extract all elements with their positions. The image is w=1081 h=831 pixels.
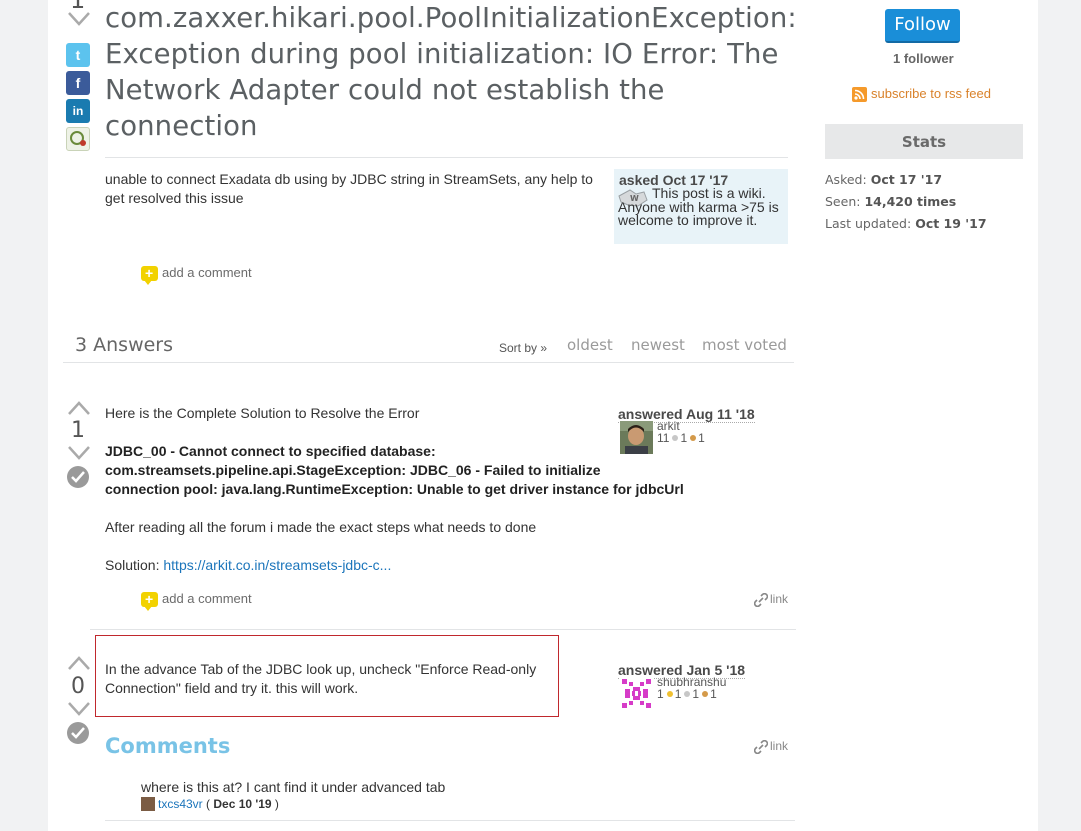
comment-user-avatar[interactable] — [141, 797, 155, 811]
answer1-accept-icon[interactable] — [67, 466, 89, 488]
sort-tab-oldest[interactable]: oldest — [567, 336, 613, 354]
answer2-vote-up-icon[interactable] — [67, 655, 91, 671]
comment-date[interactable]: Dec 10 '19 — [213, 797, 271, 811]
twitter-share-icon[interactable]: t — [66, 43, 90, 67]
answer1-solution-link[interactable]: https://arkit.co.in/streamsets-jdbc-c... — [163, 557, 391, 573]
answer2-vote-count: 0 — [70, 674, 86, 699]
answer1-vote-up-icon[interactable] — [67, 400, 91, 416]
silver-badge-icon — [684, 691, 690, 697]
answer1-solution: Solution: https://arkit.co.in/streamsets… — [105, 556, 391, 575]
comments-title: Comments — [105, 734, 230, 758]
gold-badge-icon — [667, 691, 673, 697]
add-comment-icon: + — [141, 266, 158, 281]
answer2-accept-icon[interactable] — [67, 722, 89, 744]
sort-by-label: Sort by » — [499, 341, 547, 355]
link-icon — [754, 593, 768, 607]
follower-count: 1 follower — [893, 51, 954, 66]
comment-text: where is this at? I cant find it under a… — [141, 779, 445, 795]
comment-user[interactable]: txcs43vr — [158, 797, 203, 811]
link-icon — [754, 740, 768, 754]
linkedin-share-icon[interactable]: in — [66, 99, 90, 123]
question-body: unable to connect Exadata db using by JD… — [105, 170, 600, 208]
stat-asked: Asked: Oct 17 '17 — [825, 172, 942, 187]
divider — [63, 362, 794, 363]
answer1-error-text: JDBC_00 - Cannot connect to specified da… — [105, 442, 684, 499]
bronze-badge-icon — [690, 435, 696, 441]
answer2-user-karma: 1111 — [657, 687, 717, 701]
answer1-user-karma: 1111 — [657, 431, 705, 445]
answer1-after-text: After reading all the forum i made the e… — [105, 518, 536, 537]
avatar[interactable] — [620, 677, 653, 710]
answers-count: 3 Answers — [75, 334, 173, 356]
comment-meta: txcs43vr ( Dec 10 '19 ) — [141, 797, 279, 811]
rss-icon — [852, 87, 867, 102]
question-vote-down-icon[interactable] — [67, 11, 91, 27]
answer2-text: In the advance Tab of the JDBC look up, … — [105, 660, 550, 698]
identica-share-icon[interactable] — [66, 127, 90, 151]
divider — [105, 820, 795, 821]
answer2-vote-down-icon[interactable] — [67, 701, 91, 717]
follow-button[interactable]: Follow — [885, 9, 960, 43]
answer1-intro: Here is the Complete Solution to Resolve… — [105, 404, 419, 423]
stat-updated: Last updated: Oct 19 '17 — [825, 216, 987, 231]
answer1-vote-count: 1 — [70, 418, 86, 443]
divider — [90, 629, 796, 630]
stats-header: Stats — [825, 124, 1023, 159]
answer1-vote-down-icon[interactable] — [67, 445, 91, 461]
silver-badge-icon — [672, 435, 678, 441]
facebook-share-icon[interactable]: f — [66, 71, 90, 95]
sort-tab-most-voted[interactable]: most voted — [702, 336, 787, 354]
add-comment-icon: + — [141, 592, 158, 607]
sort-tab-newest[interactable]: newest — [631, 336, 685, 354]
wiki-notice: This post is a wiki. Anyone with karma >… — [618, 187, 786, 228]
divider — [105, 157, 788, 158]
question-title[interactable]: com.zaxxer.hikari.pool.PoolInitializatio… — [105, 0, 795, 144]
avatar[interactable] — [620, 421, 653, 454]
bronze-badge-icon — [702, 691, 708, 697]
stat-seen: Seen: 14,420 times — [825, 194, 956, 209]
question-asked-box: asked Oct 17 '17 W This post is a wiki. … — [614, 169, 788, 244]
